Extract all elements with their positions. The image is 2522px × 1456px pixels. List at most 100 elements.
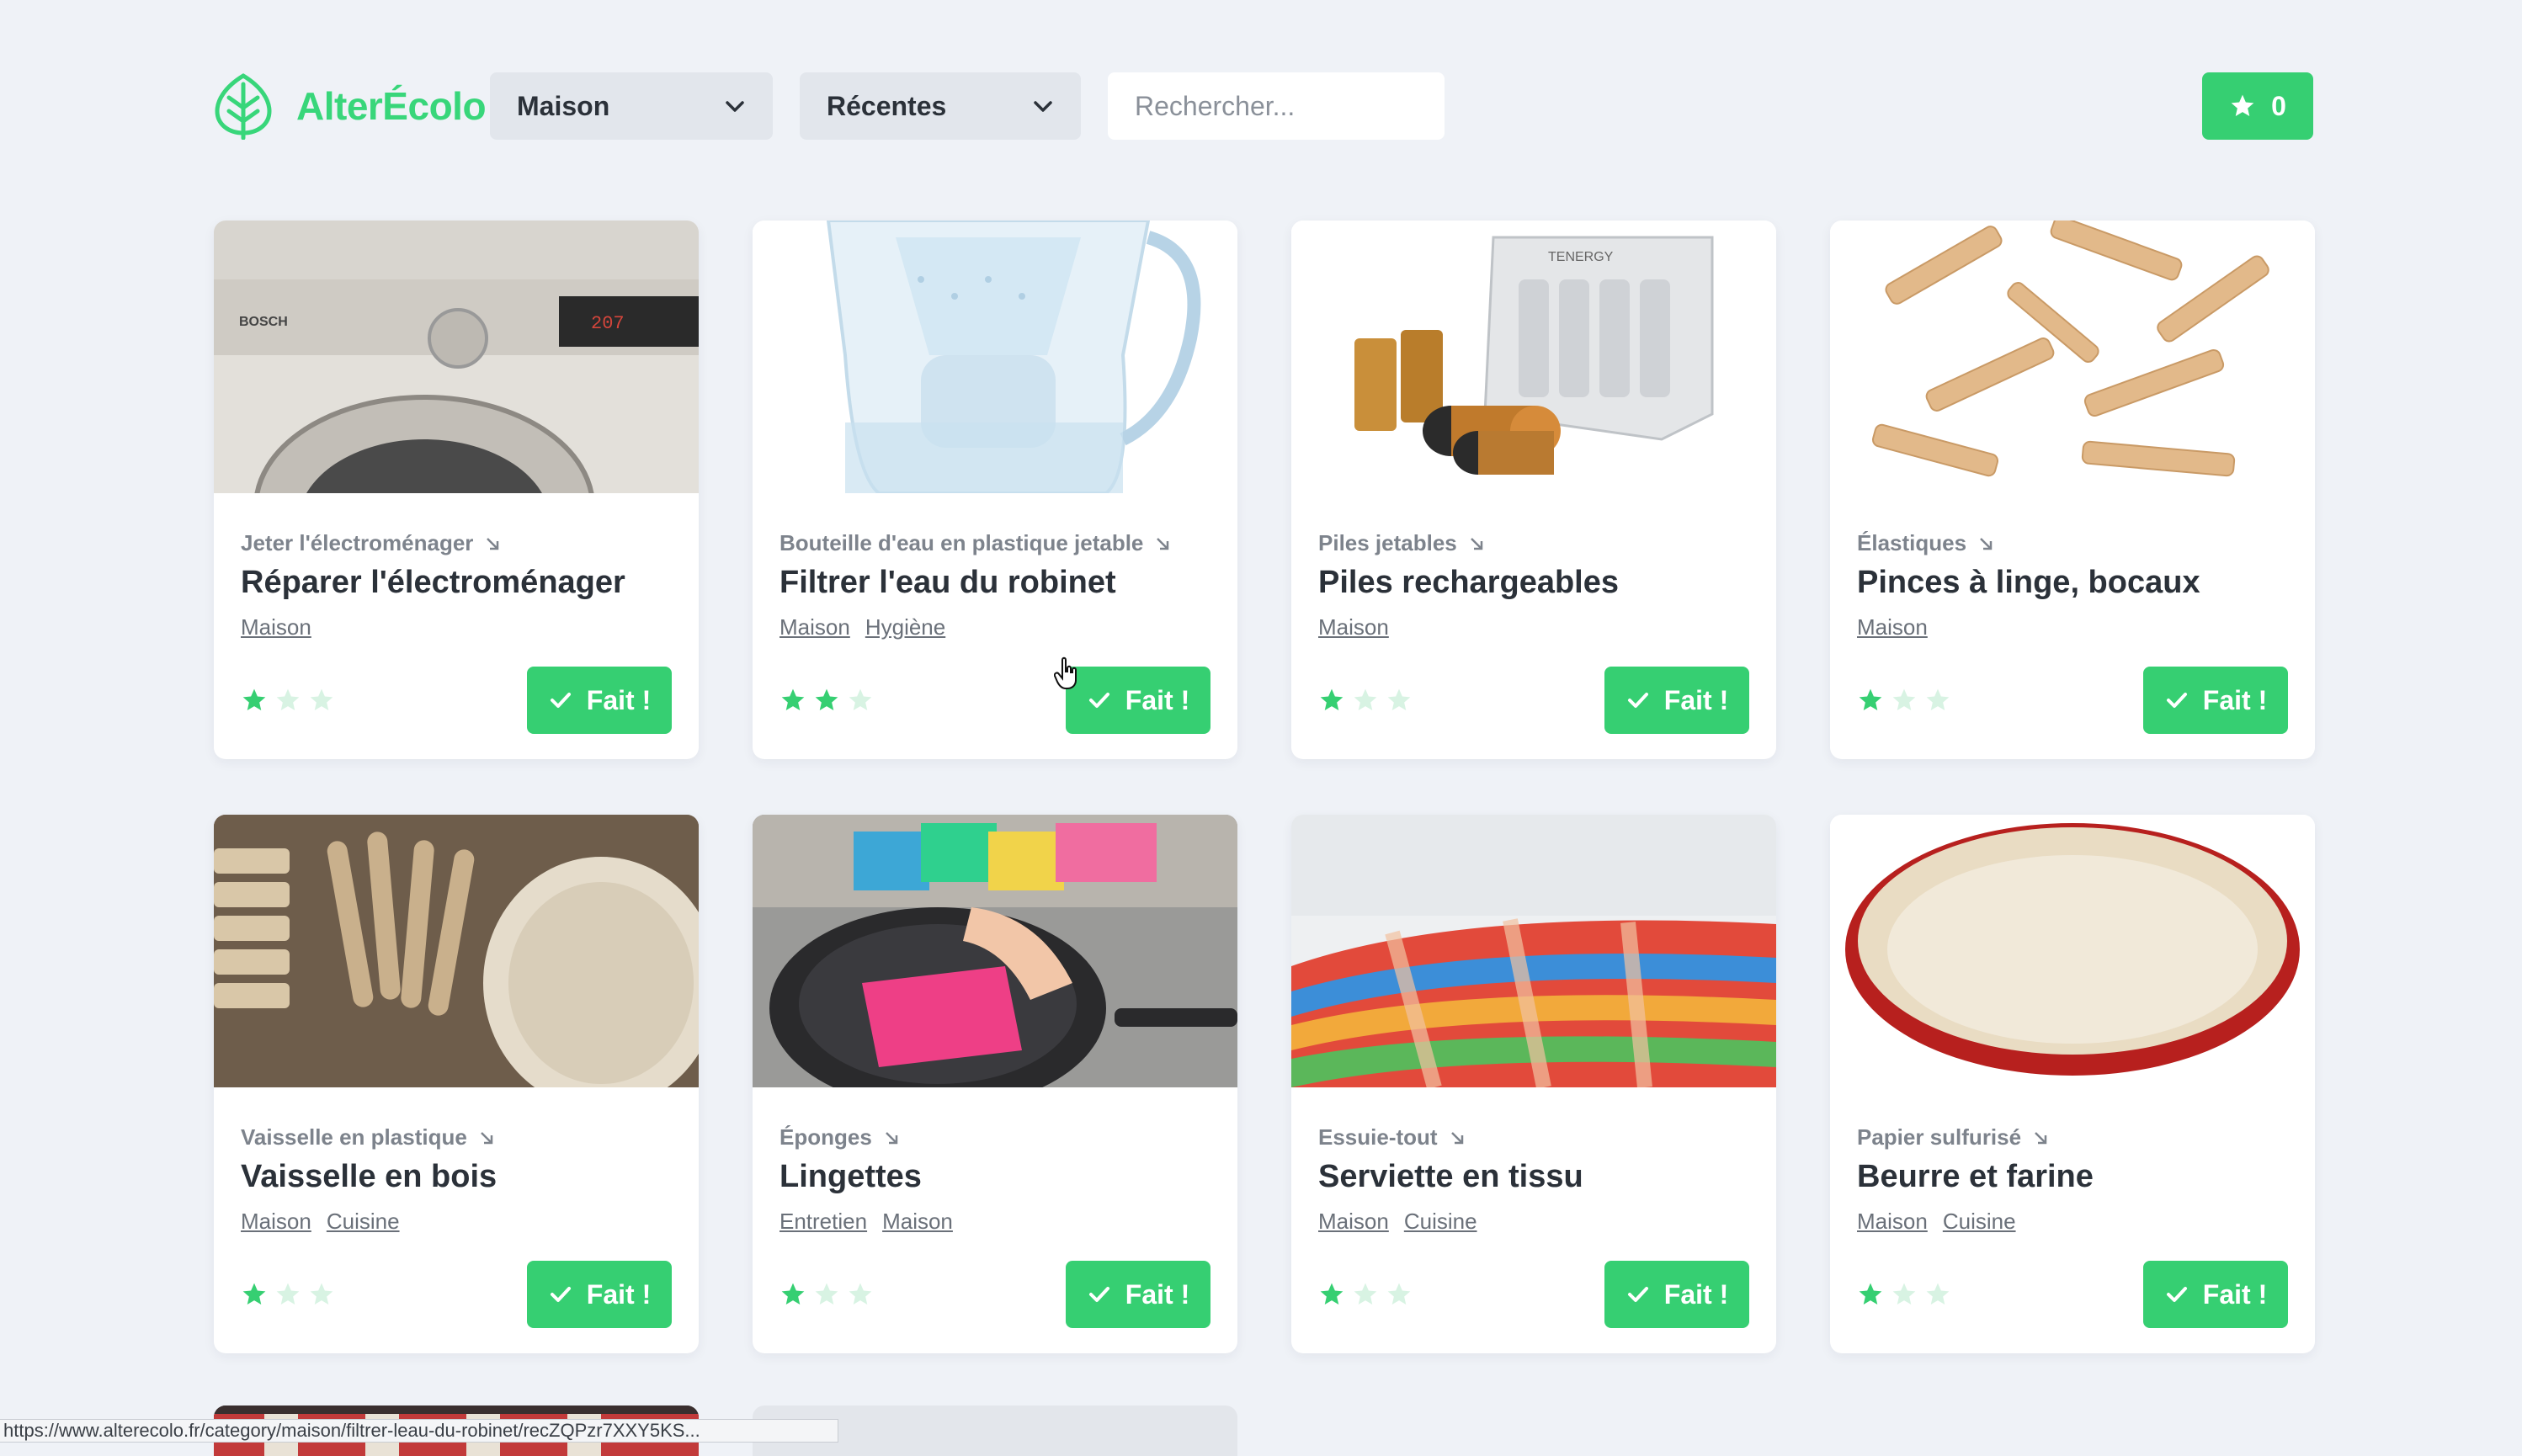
replaces-text: Jeter l'électroménager: [241, 530, 474, 555]
card-image-cloth-wipes: [753, 815, 1237, 1087]
done-button[interactable]: Fait !: [2143, 667, 2288, 734]
star-empty-icon: [310, 1283, 333, 1305]
difficulty-stars: [779, 687, 874, 714]
card-title[interactable]: Réparer l'électroménager: [241, 565, 672, 601]
done-button[interactable]: Fait !: [1604, 1261, 1749, 1328]
alternative-card[interactable]: Essuie-tout Serviette en tissu Maison Cu…: [1291, 815, 1776, 1353]
alternative-card[interactable]: Éponges Lingettes Entretien Maison Fait …: [753, 815, 1237, 1353]
check-icon: [1627, 693, 1648, 708]
difficulty-stars: [241, 1281, 335, 1308]
difficulty-stars: [779, 1281, 874, 1308]
done-button[interactable]: Fait !: [527, 667, 672, 734]
check-icon: [1627, 1287, 1648, 1302]
replaces-label: Éponges: [779, 1124, 1210, 1150]
tag-link[interactable]: Maison: [779, 614, 850, 640]
difficulty-stars: [1857, 687, 1951, 714]
card-image-clothespins: [1830, 221, 2315, 493]
replaces-text: Élastiques: [1857, 530, 1967, 555]
alternative-card[interactable]: Bouteille d'eau en plastique jetable Fil…: [753, 221, 1237, 759]
done-button-label: Fait !: [1125, 684, 1190, 715]
category-select-value: Maison: [517, 90, 610, 121]
arrow-down-right-icon: [1980, 537, 1993, 550]
done-button-label: Fait !: [586, 1278, 652, 1310]
replaces-label: Bouteille d'eau en plastique jetable: [779, 530, 1210, 556]
done-button[interactable]: Fait !: [1604, 667, 1749, 734]
difficulty-stars: [1318, 687, 1413, 714]
done-button-label: Fait !: [1125, 1278, 1190, 1310]
alternative-card[interactable]: BOSCH 207 Jeter l'électroménager Réparer…: [214, 221, 699, 759]
tag-link[interactable]: Maison: [241, 1209, 311, 1235]
category-select[interactable]: Maison: [490, 72, 773, 140]
done-button-label: Fait !: [2202, 1278, 2268, 1310]
sort-select[interactable]: Récentes: [800, 72, 1081, 140]
card-title[interactable]: Pinces à linge, bocaux: [1857, 565, 2288, 601]
done-button[interactable]: Fait !: [1066, 1261, 1210, 1328]
card-title[interactable]: Vaisselle en bois: [241, 1159, 672, 1195]
star-empty-icon: [1387, 688, 1411, 710]
tag-link[interactable]: Maison: [1857, 1209, 1928, 1235]
card-image-cloth-napkin: [1291, 815, 1776, 1087]
hand-cursor-icon: [1054, 656, 1077, 689]
tag-link[interactable]: Cuisine: [1404, 1209, 1477, 1235]
alternative-card[interactable]: Vaisselle en plastique Vaisselle en bois…: [214, 815, 699, 1353]
replaces-label: Jeter l'électroménager: [241, 530, 672, 556]
card-image-water-filter: [753, 221, 1237, 493]
card-title[interactable]: Beurre et farine: [1857, 1159, 2288, 1195]
check-icon: [550, 693, 571, 708]
star-filled-icon: [1859, 688, 1882, 710]
card-title[interactable]: Serviette en tissu: [1318, 1159, 1749, 1195]
logo[interactable]: AlterÉcolo: [212, 72, 490, 140]
tag-link[interactable]: Cuisine: [327, 1209, 400, 1235]
star-empty-icon: [1892, 1283, 1916, 1305]
link-preview-statusbar: https://www.alterecolo.fr/category/maiso…: [0, 1419, 838, 1443]
star-empty-icon: [1892, 688, 1916, 710]
chevron-down-icon: [726, 101, 744, 112]
tag-link[interactable]: Hygiène: [865, 614, 945, 640]
replaces-label: Papier sulfurisé: [1857, 1124, 2288, 1150]
svg-text:TENERGY: TENERGY: [1548, 250, 1614, 264]
check-icon: [2166, 1287, 2187, 1302]
star-filled-icon: [1320, 1283, 1343, 1305]
replaces-text: Piles jetables: [1318, 530, 1457, 555]
star-empty-icon: [310, 688, 333, 710]
star-filled-icon: [242, 1283, 266, 1305]
svg-text:207: 207: [591, 313, 625, 334]
tag-link[interactable]: Maison: [241, 614, 311, 640]
alternatives-grid: BOSCH 207 Jeter l'électroménager Réparer…: [214, 221, 2315, 1353]
card-title[interactable]: Filtrer l'eau du robinet: [779, 565, 1210, 601]
arrow-down-right-icon: [885, 1131, 898, 1144]
card-image-tart-dish: [1830, 815, 2315, 1087]
star-empty-icon: [1354, 688, 1377, 710]
search-input[interactable]: [1108, 72, 1445, 140]
done-button[interactable]: Fait !: [1066, 667, 1210, 734]
star-empty-icon: [815, 1283, 838, 1305]
card-title[interactable]: Lingettes: [779, 1159, 1210, 1195]
replaces-label: Élastiques: [1857, 530, 2288, 556]
favorites-button[interactable]: 0: [2202, 72, 2313, 140]
arrow-down-right-icon: [1157, 537, 1169, 550]
brand-name: AlterÉcolo: [296, 84, 487, 128]
tag-link[interactable]: Maison: [1318, 1209, 1389, 1235]
replaces-text: Bouteille d'eau en plastique jetable: [779, 530, 1144, 555]
tag-link[interactable]: Maison: [1857, 614, 1928, 640]
star-icon: [2231, 94, 2254, 116]
done-button-label: Fait !: [2202, 684, 2268, 715]
check-icon: [2166, 693, 2187, 708]
alternative-card[interactable]: TENERGY Piles jetables Piles rechargeabl…: [1291, 221, 1776, 759]
done-button[interactable]: Fait !: [527, 1261, 672, 1328]
card-title[interactable]: Piles rechargeables: [1318, 565, 1749, 601]
star-empty-icon: [1926, 688, 1950, 710]
done-button[interactable]: Fait !: [2143, 1261, 2288, 1328]
tag-link[interactable]: Entretien: [779, 1209, 867, 1235]
replaces-label: Piles jetables: [1318, 530, 1749, 556]
tag-link[interactable]: Maison: [1318, 614, 1389, 640]
star-empty-icon: [276, 1283, 300, 1305]
card-image-washing-machine: BOSCH 207: [214, 221, 699, 493]
arrow-down-right-icon: [1450, 1131, 1463, 1144]
card-image-wooden-dishes: [214, 815, 699, 1087]
tag-link[interactable]: Maison: [882, 1209, 953, 1235]
done-button-label: Fait !: [1663, 684, 1729, 715]
alternative-card[interactable]: Élastiques Pinces à linge, bocaux Maison…: [1830, 221, 2315, 759]
tag-link[interactable]: Cuisine: [1943, 1209, 2016, 1235]
alternative-card[interactable]: Papier sulfurisé Beurre et farine Maison…: [1830, 815, 2315, 1353]
